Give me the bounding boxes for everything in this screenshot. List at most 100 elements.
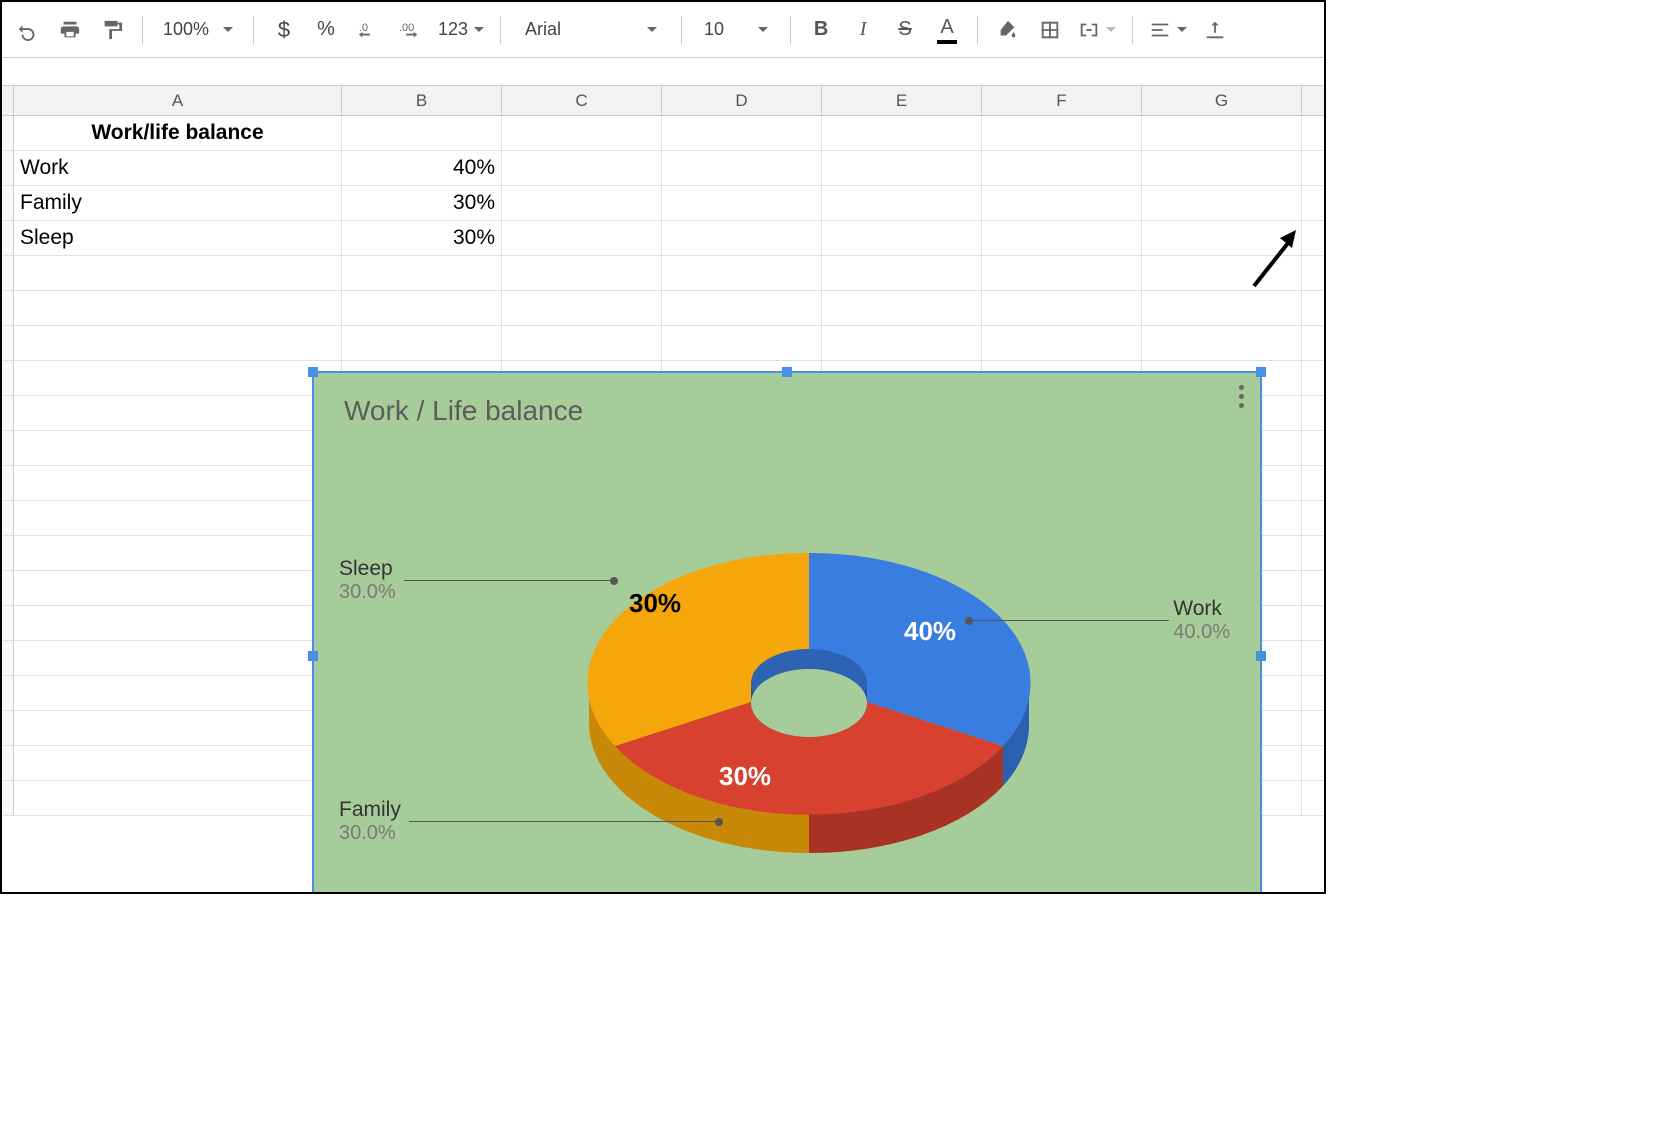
row-header[interactable]	[2, 186, 14, 220]
row-header[interactable]	[2, 711, 14, 745]
cell[interactable]	[982, 221, 1142, 255]
format-percent-button[interactable]: %	[306, 10, 346, 50]
text-color-button[interactable]: A	[927, 10, 967, 50]
cell[interactable]	[662, 326, 822, 360]
borders-button[interactable]	[1030, 10, 1070, 50]
formula-bar[interactable]	[2, 58, 1324, 86]
column-header[interactable]: E	[822, 86, 982, 115]
cell[interactable]	[14, 606, 342, 640]
cell[interactable]: Sleep	[14, 221, 342, 255]
cell[interactable]: Work/life balance	[14, 116, 342, 150]
cell[interactable]	[662, 256, 822, 290]
cell[interactable]	[502, 151, 662, 185]
zoom-dropdown[interactable]: 100%	[153, 10, 243, 50]
resize-handle[interactable]	[1256, 651, 1266, 661]
font-size-dropdown[interactable]: 10	[692, 10, 780, 50]
column-header[interactable]: D	[662, 86, 822, 115]
row-header[interactable]	[2, 571, 14, 605]
cell[interactable]	[502, 116, 662, 150]
row-header[interactable]	[2, 396, 14, 430]
cell[interactable]	[14, 676, 342, 710]
cell[interactable]	[822, 326, 982, 360]
cell[interactable]	[14, 256, 342, 290]
print-button[interactable]	[50, 10, 90, 50]
cell[interactable]	[662, 116, 822, 150]
resize-handle[interactable]	[782, 367, 792, 377]
row-header[interactable]	[2, 501, 14, 535]
column-header[interactable]: B	[342, 86, 502, 115]
column-header[interactable]: F	[982, 86, 1142, 115]
cell[interactable]	[1142, 326, 1302, 360]
cell[interactable]	[982, 186, 1142, 220]
cell[interactable]	[502, 221, 662, 255]
cell[interactable]	[502, 256, 662, 290]
redo-button[interactable]	[8, 10, 48, 50]
fill-color-button[interactable]	[988, 10, 1028, 50]
row-header[interactable]	[2, 606, 14, 640]
merge-cells-dropdown[interactable]	[1072, 10, 1122, 50]
row-header[interactable]	[2, 431, 14, 465]
cell[interactable]	[14, 641, 342, 675]
cell[interactable]	[982, 326, 1142, 360]
cell[interactable]	[14, 536, 342, 570]
cell[interactable]	[1142, 116, 1302, 150]
row-header[interactable]	[2, 466, 14, 500]
row-header[interactable]	[2, 221, 14, 255]
cell[interactable]	[982, 256, 1142, 290]
decrease-decimal-button[interactable]: .0	[348, 10, 388, 50]
row-header[interactable]	[2, 151, 14, 185]
format-currency-button[interactable]: $	[264, 10, 304, 50]
cell[interactable]	[14, 466, 342, 500]
cell[interactable]	[14, 571, 342, 605]
horizontal-align-dropdown[interactable]	[1143, 10, 1193, 50]
cell[interactable]	[14, 431, 342, 465]
row-header[interactable]	[2, 361, 14, 395]
row-header[interactable]	[2, 746, 14, 780]
row-header[interactable]	[2, 641, 14, 675]
number-format-dropdown[interactable]: 123	[432, 10, 490, 50]
cell[interactable]	[822, 116, 982, 150]
row-header[interactable]	[2, 116, 14, 150]
cell[interactable]	[342, 326, 502, 360]
paint-format-button[interactable]	[92, 10, 132, 50]
cell[interactable]	[14, 291, 342, 325]
cell[interactable]	[982, 116, 1142, 150]
cell[interactable]	[982, 151, 1142, 185]
cell[interactable]	[1142, 151, 1302, 185]
vertical-align-dropdown[interactable]	[1195, 10, 1235, 50]
row-header[interactable]	[2, 256, 14, 290]
column-header[interactable]: C	[502, 86, 662, 115]
column-header[interactable]: G	[1142, 86, 1302, 115]
row-header[interactable]	[2, 536, 14, 570]
row-header[interactable]	[2, 326, 14, 360]
cell[interactable]: 40%	[342, 151, 502, 185]
cell[interactable]: Family	[14, 186, 342, 220]
column-header[interactable]: A	[14, 86, 342, 115]
cell[interactable]	[502, 326, 662, 360]
cell[interactable]	[502, 186, 662, 220]
cell[interactable]	[662, 186, 822, 220]
bold-button[interactable]: B	[801, 10, 841, 50]
row-header[interactable]	[2, 676, 14, 710]
cell[interactable]	[822, 186, 982, 220]
cell[interactable]	[1142, 291, 1302, 325]
row-header[interactable]	[2, 781, 14, 815]
cell[interactable]	[662, 291, 822, 325]
cell[interactable]	[342, 291, 502, 325]
cell[interactable]	[822, 256, 982, 290]
chart-menu-button[interactable]	[1239, 385, 1244, 408]
cell[interactable]	[14, 501, 342, 535]
strikethrough-button[interactable]: S	[885, 10, 925, 50]
select-all-corner[interactable]	[2, 86, 14, 115]
cell[interactable]	[1142, 186, 1302, 220]
cell[interactable]	[14, 711, 342, 745]
resize-handle[interactable]	[308, 651, 318, 661]
cell[interactable]	[14, 361, 342, 395]
cell[interactable]	[342, 256, 502, 290]
chart-title[interactable]: Work / Life balance	[344, 395, 583, 427]
cell[interactable]	[14, 326, 342, 360]
chart-object[interactable]: Work / Life balance	[312, 371, 1262, 894]
cell[interactable]	[822, 151, 982, 185]
cell[interactable]	[14, 781, 342, 815]
cell[interactable]	[822, 221, 982, 255]
